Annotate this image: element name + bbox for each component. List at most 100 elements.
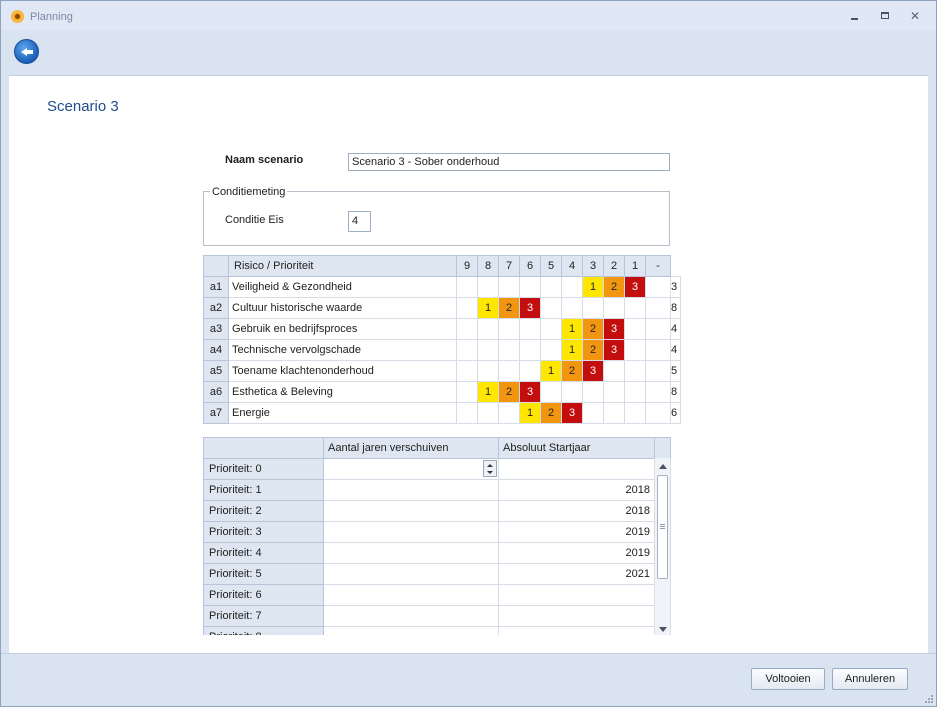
priority-row-label: Prioriteit: 7: [203, 605, 324, 627]
risk-code: a4: [203, 339, 229, 361]
button-bar: Voltooien Annuleren: [1, 653, 936, 706]
risk-code: a2: [203, 297, 229, 319]
priority-column-header: 7: [498, 255, 520, 277]
startjaar-cell[interactable]: [498, 605, 655, 627]
aantal-jaren-cell[interactable]: [323, 563, 499, 585]
risk-cell: [582, 297, 604, 319]
aantal-jaren-cell[interactable]: [323, 500, 499, 522]
minimize-icon: [851, 18, 858, 20]
risk-cell: [624, 318, 646, 340]
priority-row-label: Prioriteit: 3: [203, 521, 324, 543]
startjaar-cell[interactable]: 2018: [498, 500, 655, 522]
aantal-jaren-cell[interactable]: [323, 458, 499, 480]
conditie-eis-label: Conditie Eis: [225, 214, 284, 226]
risk-cell: [477, 339, 499, 361]
aantal-jaren-cell[interactable]: [323, 584, 499, 606]
risk-cell: [582, 402, 604, 424]
scroll-up-icon[interactable]: [659, 464, 667, 469]
startjaar-cell[interactable]: 2019: [498, 521, 655, 543]
risk-cell: [624, 339, 646, 361]
risk-cell: 3: [519, 297, 541, 319]
risk-total: 8: [669, 297, 682, 319]
toolbar: [1, 30, 936, 76]
risk-cell: [540, 297, 562, 319]
risk-name: Energie: [228, 402, 457, 424]
aantal-jaren-cell[interactable]: [323, 605, 499, 627]
startjaar-cell[interactable]: [498, 626, 655, 635]
priority-row-label: Prioriteit: 1: [203, 479, 324, 501]
priority-column-header: 4: [561, 255, 583, 277]
risk-cell: [456, 339, 478, 361]
priority-column-header: 6: [519, 255, 541, 277]
risk-cell: [624, 360, 646, 382]
maximize-button[interactable]: [878, 9, 894, 23]
startjaar-cell[interactable]: [498, 458, 655, 480]
risk-cell: [456, 276, 478, 298]
risk-cell: [645, 402, 671, 424]
close-button[interactable]: ✕: [907, 9, 923, 23]
risk-code: a7: [203, 402, 229, 424]
risk-cell: 2: [498, 297, 520, 319]
priority-row: Prioriteit: 1 2018: [203, 479, 671, 501]
risk-cell: 2: [603, 276, 625, 298]
conditie-eis-input[interactable]: 4: [348, 211, 371, 232]
aantal-jaren-cell[interactable]: [323, 626, 499, 635]
risk-cell: [561, 297, 583, 319]
right-border: [928, 75, 936, 653]
left-border: [1, 75, 9, 653]
risk-cell: 1: [561, 339, 583, 361]
startjaar-cell[interactable]: [498, 584, 655, 606]
risk-cell: [540, 339, 562, 361]
naam-scenario-label: Naam scenario: [225, 154, 304, 166]
resize-grip-icon[interactable]: [924, 694, 934, 704]
risk-header-row: Risico / Prioriteit 9 8 7 6 5 4 3 2 1 -: [203, 255, 681, 277]
risk-cell: [561, 276, 583, 298]
scroll-down-icon[interactable]: [659, 627, 667, 632]
naam-scenario-input[interactable]: Scenario 3 - Sober onderhoud: [348, 153, 670, 171]
priority-row-label: Prioriteit: 8: [203, 626, 324, 635]
risk-total: 8: [669, 381, 682, 403]
risk-cell: 2: [540, 402, 562, 424]
risk-cell: [645, 318, 671, 340]
priority-row-label: Prioriteit: 5: [203, 563, 324, 585]
annuleren-button[interactable]: Annuleren: [832, 668, 908, 690]
risk-cell: [624, 402, 646, 424]
voltooien-button[interactable]: Voltooien: [751, 668, 825, 690]
risk-cell: [645, 276, 671, 298]
risk-cell: [519, 339, 541, 361]
vertical-scrollbar[interactable]: [654, 458, 670, 635]
risk-corner-cell: [203, 255, 229, 277]
risk-code: a6: [203, 381, 229, 403]
aantal-jaren-cell[interactable]: [323, 521, 499, 543]
aantal-jaren-cell[interactable]: [323, 479, 499, 501]
priority-column-header: 2: [603, 255, 625, 277]
risk-cell: 2: [582, 339, 604, 361]
spin-down-icon[interactable]: [487, 471, 493, 474]
aantal-jaren-cell[interactable]: [323, 542, 499, 564]
conditiemeting-legend: Conditiemeting: [210, 186, 288, 198]
startjaar-cell[interactable]: 2019: [498, 542, 655, 564]
priority-row-label: Prioriteit: 4: [203, 542, 324, 564]
aantal-jaren-header: Aantal jaren verschuiven: [323, 437, 499, 459]
risk-cell: [456, 381, 478, 403]
risk-cell: 3: [603, 318, 625, 340]
priority-table: Aantal jaren verschuiven Absoluut Startj…: [203, 437, 671, 635]
priority-row: Prioriteit: 0: [203, 458, 671, 480]
priority-column-header: 9: [456, 255, 478, 277]
risk-cell: 3: [519, 381, 541, 403]
priority-column-header: -: [645, 255, 671, 277]
window-title: Planning: [30, 11, 73, 23]
risk-cell: 1: [561, 318, 583, 340]
risk-cell: 1: [582, 276, 604, 298]
spin-button[interactable]: [483, 460, 497, 477]
risk-cell: 2: [561, 360, 583, 382]
risk-code: a3: [203, 318, 229, 340]
priority-row: Prioriteit: 6: [203, 584, 671, 606]
scrollbar-thumb[interactable]: [657, 475, 668, 579]
startjaar-cell[interactable]: 2021: [498, 563, 655, 585]
minimize-button[interactable]: [847, 9, 863, 23]
spin-up-icon[interactable]: [487, 464, 493, 467]
startjaar-cell[interactable]: 2018: [498, 479, 655, 501]
risk-code: a1: [203, 276, 229, 298]
back-arrow-icon[interactable]: [14, 39, 39, 64]
